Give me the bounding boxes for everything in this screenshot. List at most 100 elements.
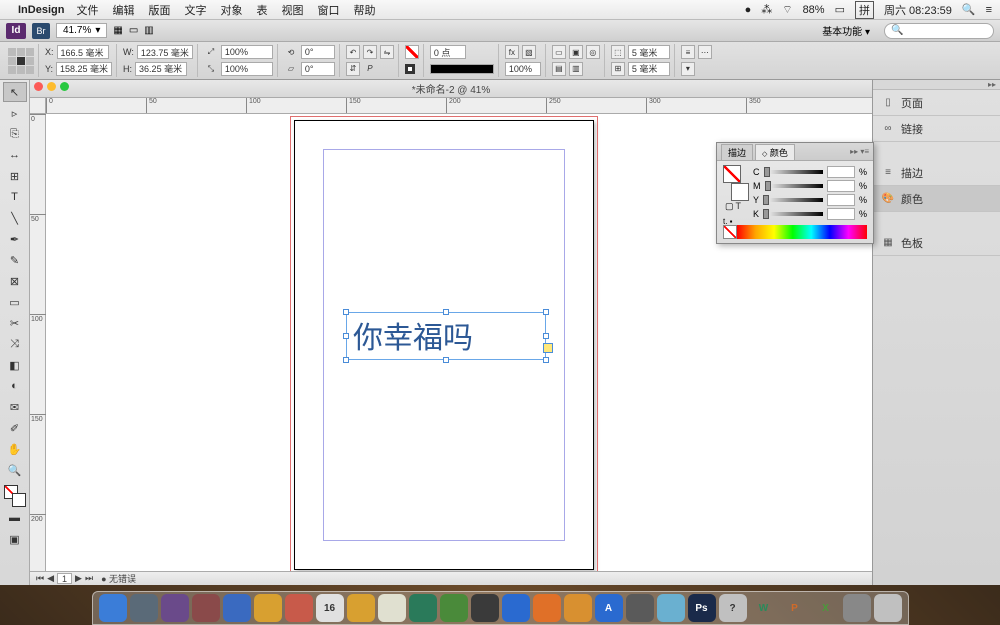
dock-app[interactable]	[409, 594, 437, 622]
menu-extras-icon[interactable]: ≡	[986, 4, 992, 16]
y-value[interactable]	[827, 194, 855, 206]
ruler-origin[interactable]	[30, 98, 46, 114]
menu-window[interactable]: 窗口	[317, 2, 339, 18]
screen-mode-icon[interactable]: ▭	[129, 25, 138, 36]
handle-mid-right[interactable]	[543, 333, 549, 339]
handle-top-left[interactable]	[343, 309, 349, 315]
dock-app[interactable]	[192, 594, 220, 622]
text-wrap-col-icon[interactable]: ▥	[569, 62, 583, 76]
dock-app[interactable]: P	[781, 594, 809, 622]
handle-bot-mid[interactable]	[443, 357, 449, 363]
scale-x-field[interactable]: 100%	[221, 45, 273, 59]
rotate-cw-icon[interactable]: ↷	[363, 45, 377, 59]
document-tab[interactable]: *未命名-2 @ 41%	[30, 80, 872, 98]
window-controls[interactable]	[34, 82, 69, 91]
dock-app[interactable]	[347, 594, 375, 622]
gradient-swatch-tool[interactable]: ◧	[3, 355, 27, 375]
selection-tool[interactable]: ↖	[3, 82, 27, 102]
battery-icon[interactable]: ▭	[835, 3, 845, 16]
text-wrap-none-icon[interactable]: ▭	[552, 45, 566, 59]
arrange-docs-icon[interactable]: ▥	[144, 25, 153, 36]
text-wrap-shape-icon[interactable]: ◎	[586, 45, 600, 59]
panel-links[interactable]: ∞链接	[873, 116, 1000, 142]
drop-shadow-icon[interactable]: ▧	[522, 45, 536, 59]
color-fill-stroke[interactable]	[723, 165, 749, 205]
battery-text[interactable]: 88%	[803, 4, 825, 16]
handle-bot-left[interactable]	[343, 357, 349, 363]
x-field[interactable]: 166.5 毫米	[57, 45, 109, 59]
help-search-input[interactable]: 🔍	[884, 23, 994, 39]
m-value[interactable]	[827, 180, 855, 192]
hand-tool[interactable]: ✋	[3, 439, 27, 459]
rotate-field[interactable]: 0°	[301, 45, 335, 59]
zoom-tool[interactable]: 🔍	[3, 460, 27, 480]
panel-menu-icon[interactable]: ▾	[681, 62, 695, 76]
y-field[interactable]: 158.25 毫米	[56, 62, 112, 76]
content-collector-tool[interactable]: ⊞	[3, 166, 27, 186]
dock-app[interactable]	[223, 594, 251, 622]
text-wrap-bbox-icon[interactable]: ▣	[569, 45, 583, 59]
notification-icon[interactable]: ●	[745, 4, 752, 16]
menu-layout[interactable]: 版面	[148, 2, 170, 18]
dock-app[interactable]: Ps	[688, 594, 716, 622]
frame-fit-icon[interactable]: ⊞	[611, 62, 625, 76]
stroke-swatch-icon[interactable]	[405, 64, 415, 74]
opacity-field[interactable]: 100%	[505, 62, 541, 76]
flip-v-icon[interactable]: ⇵	[346, 62, 360, 76]
scissors-tool[interactable]: ✂	[3, 313, 27, 333]
vertical-ruler[interactable]: 050100150200	[30, 114, 46, 571]
dock-app[interactable]	[130, 594, 158, 622]
corner-size-field[interactable]: 5 毫米	[628, 45, 670, 59]
handle-bot-right[interactable]	[543, 357, 549, 363]
dock-app[interactable]	[502, 594, 530, 622]
h-field[interactable]: 36.25 毫米	[135, 62, 187, 76]
dock-app[interactable]: X	[812, 594, 840, 622]
app-name[interactable]: InDesign	[18, 4, 64, 16]
dock-app[interactable]: A	[595, 594, 623, 622]
handle-top-mid[interactable]	[443, 309, 449, 315]
handle-mid-left[interactable]	[343, 333, 349, 339]
text-frame-selected[interactable]: 你幸福吗	[346, 312, 546, 360]
k-value[interactable]	[827, 208, 855, 220]
wifi-icon[interactable]: ⌔	[782, 3, 792, 17]
menu-help[interactable]: 帮助	[353, 2, 375, 18]
container-icon[interactable]: ▢	[725, 201, 734, 212]
y-slider[interactable]	[763, 198, 823, 202]
color-panel-floating[interactable]: 描边 ◇ 颜色 ▸▸ ▾≡ ▢ T t. ▪ C% M% Y% K%	[716, 142, 874, 244]
color-spectrum[interactable]	[723, 225, 867, 239]
panel-collapse-icon[interactable]: ▸▸ ▾≡	[850, 147, 869, 156]
text-wrap-jump-icon[interactable]: ▤	[552, 62, 566, 76]
dock-app[interactable]	[254, 594, 282, 622]
dock-app[interactable]: 16	[316, 594, 344, 622]
rotate-ccw-icon[interactable]: ↶	[346, 45, 360, 59]
c-value[interactable]	[827, 166, 855, 178]
dock-app[interactable]	[657, 594, 685, 622]
dock-collapse[interactable]: ▸▸	[873, 80, 1000, 90]
m-slider[interactable]	[765, 184, 823, 188]
panel-stroke[interactable]: ≡描边	[873, 160, 1000, 186]
line-tool[interactable]: ╲	[3, 208, 27, 228]
pen-tool[interactable]: ✒	[3, 229, 27, 249]
eyedropper-tool[interactable]: ✐	[3, 418, 27, 438]
menu-edit[interactable]: 编辑	[112, 2, 134, 18]
menu-table[interactable]: 表	[256, 2, 267, 18]
dock-app[interactable]	[161, 594, 189, 622]
menu-view[interactable]: 视图	[281, 2, 303, 18]
workspace-switcher[interactable]: 基本功能 ▾	[814, 21, 878, 40]
stroke-style-field[interactable]	[430, 64, 494, 74]
flip-h-icon[interactable]: ⇋	[380, 45, 394, 59]
align-icons[interactable]: ≡	[681, 45, 695, 59]
dock-app[interactable]	[874, 594, 902, 622]
tab-color[interactable]: ◇ 颜色	[755, 144, 795, 160]
dock-app[interactable]: ?	[719, 594, 747, 622]
dock-app[interactable]	[533, 594, 561, 622]
dock-app[interactable]	[843, 594, 871, 622]
text-out-port[interactable]	[543, 343, 553, 353]
horizontal-ruler[interactable]: 050100150200250300350	[46, 98, 872, 114]
reference-point-grid[interactable]	[8, 48, 34, 74]
bluetooth-icon[interactable]: ⁂	[761, 3, 772, 16]
panel-swatches[interactable]: ▦色板	[873, 230, 1000, 256]
preflight-status[interactable]: ● 无错误	[101, 572, 136, 585]
menu-object[interactable]: 对象	[220, 2, 242, 18]
scale-y-field[interactable]: 100%	[221, 62, 273, 76]
